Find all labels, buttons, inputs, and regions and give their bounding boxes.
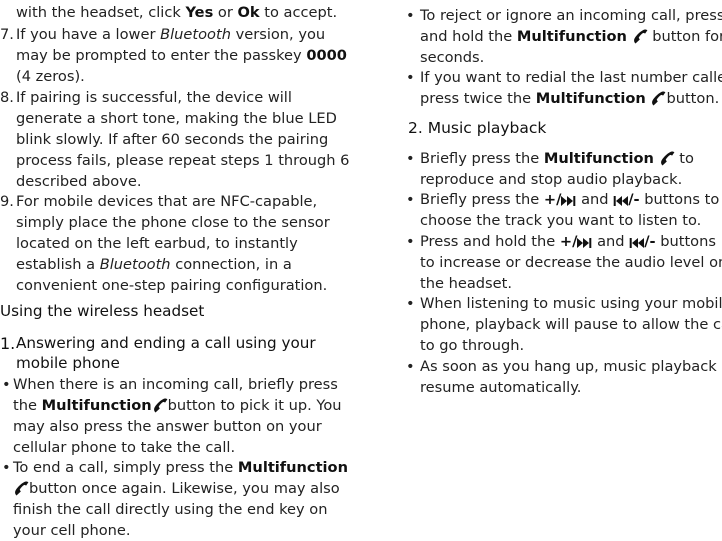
multifunction-label: Multifunction [516, 28, 627, 45]
text: establish a [16, 256, 100, 273]
bluetooth-term: Bluetooth [99, 256, 171, 273]
text: or [213, 4, 238, 21]
text-line: convenient one-step pairing configuratio… [16, 277, 328, 294]
text-line: phone, playback will pause to allow the … [420, 316, 722, 333]
passkey-value: 0000 [306, 47, 347, 64]
bullet: • [406, 191, 415, 208]
bullet: • [2, 376, 11, 393]
text: version, you [230, 26, 326, 43]
text-line: may also press the answer button on your [13, 418, 322, 435]
text: To end a call, simply press the [13, 459, 238, 476]
text: If you have a lower [16, 26, 161, 43]
text-line: For mobile devices that are NFC-capable, [16, 193, 318, 210]
text: and [581, 191, 609, 208]
text-line: choose the track you want to listen to. [420, 212, 702, 229]
bullet: • [2, 459, 11, 476]
text-line: When listening to music using your mobil… [420, 295, 722, 312]
text: and hold the [420, 28, 517, 45]
text: connection, in a [170, 256, 292, 273]
text-line: seconds. [420, 49, 485, 66]
text-line: resume automatically. [420, 379, 582, 396]
phone-handset-icon [650, 90, 666, 112]
text: to accept. [259, 4, 338, 21]
multifunction-label: Multifunction [41, 397, 152, 414]
multifunction-label: Multifunction [535, 90, 646, 107]
text-line: cellular phone to take the call. [13, 439, 236, 456]
multifunction-label: Multifunction [237, 459, 348, 476]
bullet: • [406, 69, 415, 86]
text: buttons [660, 233, 716, 250]
subsection-heading: mobile phone [16, 354, 120, 372]
text: press twice the [420, 90, 536, 107]
subsection-heading: Answering and ending a call using your [16, 334, 316, 352]
text-line: establish a Bluetooth connection, in a [16, 254, 292, 275]
subsection-number-1: 1. [0, 334, 16, 353]
text-line: may be prompted to enter the passkey 000… [16, 45, 347, 66]
text-line: When there is an incoming call, briefly … [13, 376, 338, 393]
volume-down-symbol: /- [644, 233, 656, 250]
bullet: • [406, 295, 415, 312]
text-line: described above. [16, 173, 142, 190]
step-number-9: 9. [0, 193, 14, 210]
text: with the headset, click [16, 4, 186, 21]
multifunction-label: Multifunction [543, 150, 654, 167]
text: button once again. Likewise, you may als… [29, 480, 340, 497]
text-line: If you have a lower Bluetooth version, y… [16, 24, 325, 45]
text: button to pick it up. You [167, 397, 342, 414]
text-line: press twice the Multifunction button. [420, 88, 719, 112]
yes-label: Yes [185, 4, 214, 21]
text-line: to go through. [420, 337, 525, 354]
ok-label: Ok [237, 4, 260, 21]
text: button for 4 [652, 28, 722, 45]
text-line: If you want to redial the last number ca… [420, 69, 722, 86]
text: Press and hold the [420, 233, 560, 250]
step-number-7: 7. [0, 26, 14, 43]
text: and [597, 233, 625, 250]
text-line: If pairing is successful, the device wil… [16, 89, 292, 106]
text-line: To reject or ignore an incoming call, pr… [420, 7, 722, 24]
text-line: the headset. [420, 275, 512, 292]
text: button. [666, 90, 720, 107]
text-line: with the headset, click Yes or Ok to acc… [16, 2, 337, 23]
text: buttons to [644, 191, 720, 208]
step-number-8: 8. [0, 89, 14, 106]
text: Briefly press the [420, 191, 544, 208]
volume-up-symbol: +/ [543, 191, 562, 208]
text-line: located on the left earbud, to instantly [16, 235, 298, 252]
bluetooth-term: Bluetooth [160, 26, 231, 43]
text-line: As soon as you hang up, music playback w… [420, 358, 722, 375]
section-heading: 2. Music playback [408, 119, 547, 137]
bullet: • [406, 7, 415, 24]
text-line: To end a call, simply press the Multifun… [13, 457, 348, 478]
text: the [13, 397, 42, 414]
volume-up-symbol: +/ [559, 233, 578, 250]
text-line: to increase or decrease the audio level … [420, 254, 722, 271]
text-line: blink slowly. If after 60 seconds the pa… [16, 131, 329, 148]
text-line: generate a short tone, making the blue L… [16, 110, 337, 127]
bullet: • [406, 358, 415, 375]
bullet: • [406, 233, 415, 250]
text: Briefly press the [420, 150, 544, 167]
text: may be prompted to enter the passkey [16, 47, 307, 64]
text: to [679, 150, 694, 167]
text-line: process fails, please repeat steps 1 thr… [16, 152, 350, 169]
text-line: reproduce and stop audio playback. [420, 171, 683, 188]
bullet: • [406, 150, 415, 167]
text-line: finish the call directly using the end k… [13, 501, 328, 518]
phone-handset-icon [632, 28, 648, 50]
text-line: (4 zeros). [16, 68, 85, 85]
volume-down-symbol: /- [628, 191, 640, 208]
section-title: Using the wireless headset [0, 302, 205, 320]
text-line: simply place the phone close to the sens… [16, 214, 330, 231]
